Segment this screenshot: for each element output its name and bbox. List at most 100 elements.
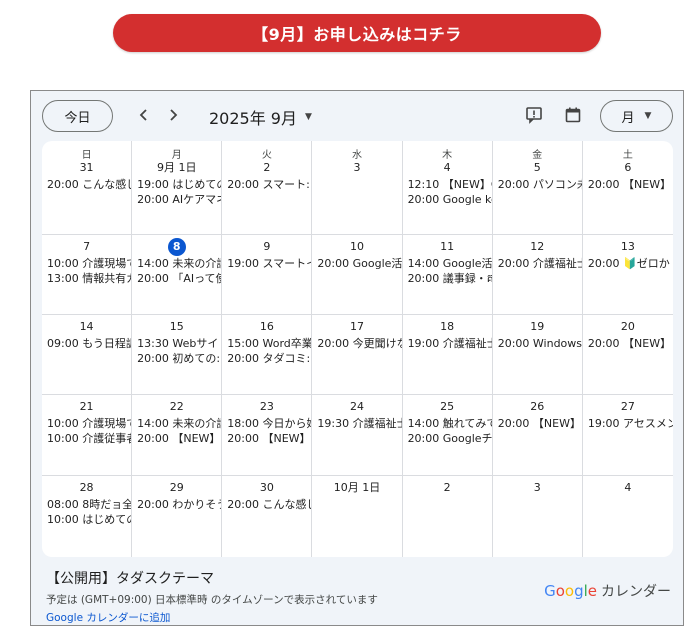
date-number[interactable]: 2 bbox=[403, 479, 492, 497]
day-cell[interactable]: 3 bbox=[493, 476, 583, 557]
day-cell[interactable]: 19 20:00 Windows bbox=[492, 315, 583, 395]
event-chip[interactable]: 20:00 議事録・គ bbox=[408, 271, 492, 286]
day-cell[interactable]: 16 15:00 Word卒業 20:00 タダコミ: bbox=[222, 315, 313, 395]
date-number[interactable]: 9 bbox=[222, 238, 311, 256]
day-cell[interactable]: 18 19:00 介護福祉士 bbox=[402, 315, 493, 395]
day-cell[interactable]: 月 9月 1日 19:00 はじめての 20:00 AIケアマネ bbox=[132, 141, 223, 235]
day-cell[interactable]: 10月 1日 bbox=[312, 476, 403, 557]
feedback-icon[interactable] bbox=[524, 105, 544, 125]
event-chip[interactable]: 09:00 もう日程調 bbox=[47, 336, 131, 351]
date-number[interactable]: 15 bbox=[132, 318, 221, 336]
date-number[interactable]: 28 bbox=[42, 479, 131, 497]
chevron-right-icon[interactable] bbox=[163, 105, 183, 125]
event-chip[interactable]: 13:00 情報共有ガ bbox=[47, 271, 131, 286]
event-chip[interactable]: 20:00 Google活 bbox=[317, 256, 401, 271]
date-number[interactable]: 31 bbox=[42, 159, 131, 177]
day-cell[interactable]: 2 bbox=[403, 476, 493, 557]
day-cell[interactable]: 26 20:00 【NEW】 bbox=[492, 395, 583, 476]
event-chip[interactable]: 20:00 【NEW】 bbox=[498, 416, 582, 431]
signup-banner-button[interactable]: 【9月】お申し込みはコチラ bbox=[113, 14, 601, 52]
date-number[interactable]: 10 bbox=[312, 238, 401, 256]
calendar-icon[interactable] bbox=[563, 105, 583, 125]
date-number[interactable]: 11 bbox=[403, 238, 492, 256]
event-chip[interactable]: 20:00 AIケアマネ bbox=[137, 192, 221, 207]
day-cell[interactable]: 木 4 12:10 【NEW】G 20:00 Google ke bbox=[402, 141, 493, 235]
event-chip[interactable]: 10:00 はじめての bbox=[47, 512, 131, 527]
day-cell[interactable]: 14 09:00 もう日程調 bbox=[42, 315, 133, 395]
event-chip[interactable]: 20:00 スマート: bbox=[227, 177, 311, 192]
event-chip[interactable]: 20:00 【NEW】 bbox=[227, 431, 311, 446]
day-cell[interactable]: 4 bbox=[583, 476, 673, 557]
date-number[interactable]: 16 bbox=[222, 318, 311, 336]
day-cell[interactable]: 水3 bbox=[312, 141, 403, 235]
date-number[interactable]: 9月 1日 bbox=[132, 159, 221, 177]
event-chip[interactable]: 20:00 こんな感じ bbox=[47, 177, 131, 192]
event-chip[interactable]: 14:00 未来の介護 bbox=[137, 416, 221, 431]
month-title-dropdown[interactable]: 2025年 9月 ▼ bbox=[209, 105, 312, 129]
today-button[interactable]: 今日 bbox=[42, 100, 113, 132]
day-cell[interactable]: 日 31 20:00 こんな感じ bbox=[42, 141, 133, 235]
date-number[interactable]: 5 bbox=[493, 159, 582, 177]
event-chip[interactable]: 13:30 Webサイト bbox=[137, 336, 221, 351]
event-chip[interactable]: 19:00 はじめての bbox=[137, 177, 221, 192]
event-chip[interactable]: 14:00 未来の介護 bbox=[137, 256, 221, 271]
day-cell[interactable]: 25 14:00 触れてみて 20:00 Googleチ bbox=[402, 395, 493, 476]
event-chip[interactable]: 10:00 介護現場で bbox=[47, 256, 131, 271]
day-cell[interactable]: 土 6 20:00 【NEW】 bbox=[582, 141, 673, 235]
day-cell[interactable]: 15 13:30 Webサイト 20:00 初めての: bbox=[132, 315, 223, 395]
event-chip[interactable]: 20:00 🔰ゼロか bbox=[588, 256, 673, 271]
event-chip[interactable]: 10:00 介護従事者 bbox=[47, 431, 131, 446]
event-chip[interactable]: 20:00 初めての: bbox=[137, 351, 221, 366]
date-number[interactable]: 21 bbox=[42, 398, 131, 416]
date-number[interactable]: 19 bbox=[493, 318, 582, 336]
date-number[interactable]: 20 bbox=[583, 318, 673, 336]
google-calendar-logo[interactable]: Google カレンダー bbox=[544, 581, 671, 601]
date-number[interactable]: 30 bbox=[222, 479, 311, 497]
day-cell[interactable]: 11 14:00 Google活 20:00 議事録・គ bbox=[402, 235, 493, 315]
event-chip[interactable]: 19:00 スマートイ bbox=[227, 256, 311, 271]
event-chip[interactable]: 12:10 【NEW】G bbox=[408, 177, 492, 192]
event-chip[interactable]: 20:00 タダコミ: bbox=[227, 351, 311, 366]
event-chip[interactable]: 20:00 わかりそう bbox=[137, 497, 221, 512]
date-number[interactable]: 6 bbox=[583, 159, 673, 177]
date-number[interactable]: 25 bbox=[403, 398, 492, 416]
chevron-left-icon[interactable] bbox=[134, 105, 154, 125]
date-number[interactable]: 27 bbox=[583, 398, 673, 416]
event-chip[interactable]: 20:00 「AIって使 bbox=[137, 271, 221, 286]
add-to-google-calendar-link[interactable]: Google カレンダーに追加 bbox=[46, 610, 671, 625]
date-number[interactable]: 4 bbox=[403, 159, 492, 177]
event-chip[interactable]: 10:00 介護現場で bbox=[47, 416, 131, 431]
event-chip[interactable]: 08:00 8時だョ全 bbox=[47, 497, 131, 512]
date-number[interactable]: 3 bbox=[493, 479, 582, 497]
event-chip[interactable]: 20:00 Windows bbox=[498, 336, 582, 351]
day-cell[interactable]: 29 20:00 わかりそう bbox=[132, 476, 223, 557]
day-cell[interactable]: 22 14:00 未来の介護 20:00 【NEW】 bbox=[132, 395, 223, 476]
event-chip[interactable]: 20:00 今更聞けな bbox=[317, 336, 401, 351]
event-chip[interactable]: 14:00 触れてみて bbox=[408, 416, 492, 431]
date-number[interactable]: 12 bbox=[493, 238, 582, 256]
day-cell[interactable]: 24 19:30 介護福祉士 bbox=[312, 395, 403, 476]
day-cell[interactable]: 9 19:00 スマートイ bbox=[222, 235, 313, 315]
view-selector-button[interactable]: 月 ▼ bbox=[600, 100, 673, 132]
date-number[interactable]: 22 bbox=[132, 398, 221, 416]
day-cell[interactable]: 7 10:00 介護現場で 13:00 情報共有ガ bbox=[42, 235, 133, 315]
date-number[interactable]: 26 bbox=[493, 398, 582, 416]
day-cell[interactable]: 10 20:00 Google活 bbox=[312, 235, 403, 315]
event-chip[interactable]: 19:30 介護福祉士 bbox=[317, 416, 401, 431]
event-chip[interactable]: 20:00 こんな感じ bbox=[227, 497, 311, 512]
day-cell[interactable]: 27 19:00 アセスメン bbox=[582, 395, 673, 476]
date-number[interactable]: 18 bbox=[403, 318, 492, 336]
event-chip[interactable]: 19:00 アセスメン bbox=[588, 416, 673, 431]
event-chip[interactable]: 19:00 介護福祉士 bbox=[408, 336, 492, 351]
day-cell[interactable]: 21 10:00 介護現場で 10:00 介護従事者 bbox=[42, 395, 133, 476]
date-number[interactable]: 13 bbox=[583, 238, 673, 256]
date-number[interactable]: 2 bbox=[222, 159, 311, 177]
event-chip[interactable]: 18:00 今日から始 bbox=[227, 416, 311, 431]
date-number[interactable]: 3 bbox=[312, 159, 401, 177]
day-cell[interactable]: 20 20:00 【NEW】 bbox=[582, 315, 673, 395]
day-cell[interactable]: 28 08:00 8時だョ全 10:00 はじめての bbox=[42, 476, 133, 557]
date-number[interactable]: 24 bbox=[312, 398, 401, 416]
date-number[interactable]: 10月 1日 bbox=[312, 479, 401, 497]
date-number[interactable]: 17 bbox=[312, 318, 401, 336]
event-chip[interactable]: 20:00 【NEW】 bbox=[137, 431, 221, 446]
